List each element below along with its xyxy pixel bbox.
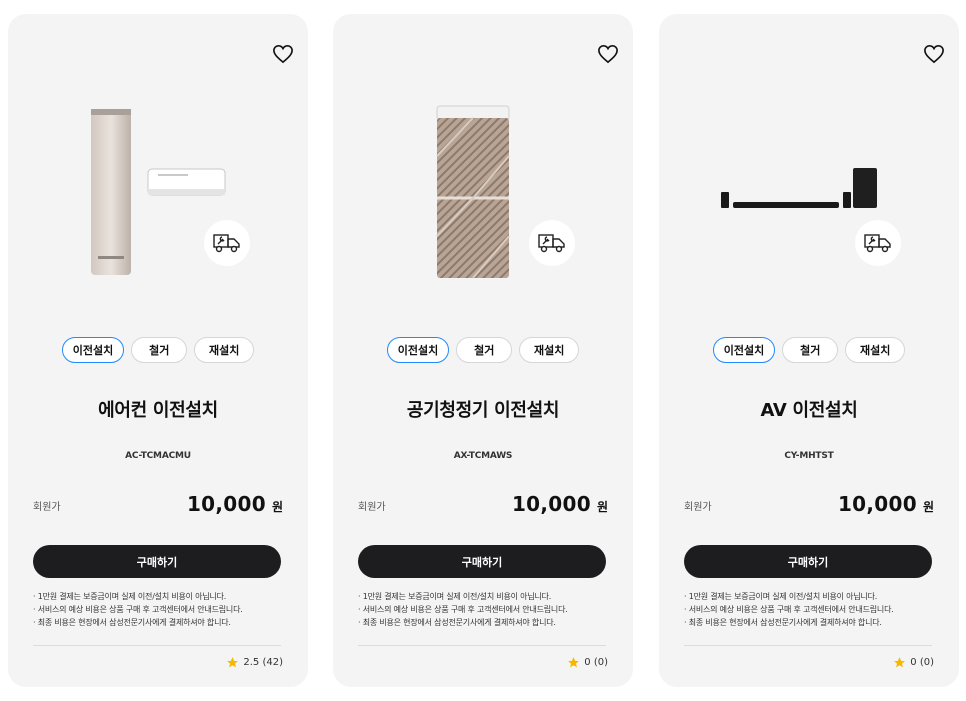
installation-service-badge bbox=[204, 220, 250, 266]
notice-item: 1만원 결제는 보증금이며 실제 이전/설치 비용이 아닙니다. bbox=[684, 590, 939, 603]
price-unit: 원 bbox=[922, 500, 934, 514]
air-conditioner-image bbox=[91, 109, 226, 275]
notice-item: 서비스의 예상 비용은 상품 구매 후 고객센터에서 안내드립니다. bbox=[358, 603, 613, 616]
truck-wrench-icon bbox=[538, 234, 565, 253]
star-icon bbox=[894, 657, 906, 668]
notice-item: 1만원 결제는 보증금이며 실제 이전/설치 비용이 아닙니다. bbox=[358, 590, 613, 603]
service-type-chips: 이전설치 철거 재설치 bbox=[8, 337, 308, 363]
chip-relocation[interactable]: 이전설치 bbox=[61, 337, 125, 363]
chip-removal[interactable]: 철거 bbox=[131, 337, 188, 363]
chip-removal[interactable]: 철거 bbox=[456, 337, 513, 363]
notice-item: 서비스의 예상 비용은 상품 구매 후 고객센터에서 안내드립니다. bbox=[684, 603, 939, 616]
chip-relocation[interactable]: 이전설치 bbox=[712, 337, 776, 363]
rating[interactable]: 0 (0) bbox=[893, 656, 934, 669]
air-purifier-image bbox=[436, 105, 510, 279]
product-title[interactable]: AV 이전설치 bbox=[659, 396, 959, 422]
notice-item: 서비스의 예상 비용은 상품 구매 후 고객센터에서 안내드립니다. bbox=[33, 603, 288, 616]
price: 10,000 원 bbox=[838, 492, 934, 516]
buy-button[interactable]: 구매하기 bbox=[684, 545, 932, 578]
buy-button[interactable]: 구매하기 bbox=[358, 545, 606, 578]
product-title[interactable]: 에어컨 이전설치 bbox=[8, 396, 308, 422]
rating-value: 2.5 (42) bbox=[243, 657, 283, 668]
notice-list: 1만원 결제는 보증금이며 실제 이전/설치 비용이 아닙니다. 서비스의 예상… bbox=[33, 590, 288, 629]
service-type-chips: 이전설치 철거 재설치 bbox=[659, 337, 959, 363]
chip-relocation[interactable]: 이전설치 bbox=[386, 337, 450, 363]
divider bbox=[358, 645, 606, 646]
model-code: AX-TCMAWS bbox=[453, 451, 513, 461]
product-title[interactable]: 공기청정기 이전설치 bbox=[333, 396, 633, 422]
truck-wrench-icon bbox=[864, 234, 891, 253]
price-label: 회원가 bbox=[33, 502, 61, 513]
star-icon bbox=[227, 657, 239, 668]
heart-icon[interactable] bbox=[272, 44, 294, 64]
model-code: AC-TCMACMU bbox=[125, 451, 191, 461]
divider bbox=[684, 645, 932, 646]
notice-item: 최종 비용은 현장에서 삼성전문기사에게 결제하셔야 합니다. bbox=[358, 616, 613, 629]
price-amount: 10,000 bbox=[837, 492, 917, 516]
price-amount: 10,000 bbox=[511, 492, 591, 516]
price-amount: 10,000 bbox=[186, 492, 266, 516]
notice-item: 최종 비용은 현장에서 삼성전문기사에게 결제하셔야 합니다. bbox=[33, 616, 288, 629]
price-label: 회원가 bbox=[358, 502, 386, 513]
rating[interactable]: 0 (0) bbox=[567, 656, 608, 669]
truck-wrench-icon bbox=[213, 234, 240, 253]
price-unit: 원 bbox=[271, 500, 283, 514]
product-card[interactable]: 이전설치 철거 재설치 AV 이전설치 CY-MHTST 회원가 10,000 … bbox=[659, 14, 959, 687]
notice-list: 1만원 결제는 보증금이며 실제 이전/설치 비용이 아닙니다. 서비스의 예상… bbox=[684, 590, 939, 629]
heart-icon[interactable] bbox=[923, 44, 945, 64]
chip-removal[interactable]: 철거 bbox=[782, 337, 839, 363]
price-unit: 원 bbox=[596, 500, 608, 514]
price: 10,000 원 bbox=[187, 492, 283, 516]
chip-reinstall[interactable]: 재설치 bbox=[194, 337, 255, 363]
installation-service-badge bbox=[855, 220, 901, 266]
soundbar-image bbox=[721, 168, 877, 208]
rating[interactable]: 2.5 (42) bbox=[226, 656, 283, 669]
notice-item: 최종 비용은 현장에서 삼성전문기사에게 결제하셔야 합니다. bbox=[684, 616, 939, 629]
notice-list: 1만원 결제는 보증금이며 실제 이전/설치 비용이 아닙니다. 서비스의 예상… bbox=[358, 590, 613, 629]
rating-value: 0 (0) bbox=[910, 657, 934, 668]
notice-item: 1만원 결제는 보증금이며 실제 이전/설치 비용이 아닙니다. bbox=[33, 590, 288, 603]
service-type-chips: 이전설치 철거 재설치 bbox=[333, 337, 633, 363]
product-grid: 이전설치 철거 재설치 에어컨 이전설치 AC-TCMACMU 회원가 10,0… bbox=[0, 0, 966, 701]
heart-icon[interactable] bbox=[597, 44, 619, 64]
buy-button[interactable]: 구매하기 bbox=[33, 545, 281, 578]
divider bbox=[33, 645, 281, 646]
product-card[interactable]: 이전설치 철거 재설치 공기청정기 이전설치 AX-TCMAWS 회원가 10,… bbox=[333, 14, 633, 687]
installation-service-badge bbox=[529, 220, 575, 266]
star-icon bbox=[568, 657, 580, 668]
rating-value: 0 (0) bbox=[584, 657, 608, 668]
price-label: 회원가 bbox=[684, 502, 712, 513]
price: 10,000 원 bbox=[512, 492, 608, 516]
model-code: CY-MHTST bbox=[784, 451, 834, 461]
chip-reinstall[interactable]: 재설치 bbox=[519, 337, 580, 363]
chip-reinstall[interactable]: 재설치 bbox=[845, 337, 906, 363]
product-card[interactable]: 이전설치 철거 재설치 에어컨 이전설치 AC-TCMACMU 회원가 10,0… bbox=[8, 14, 308, 687]
